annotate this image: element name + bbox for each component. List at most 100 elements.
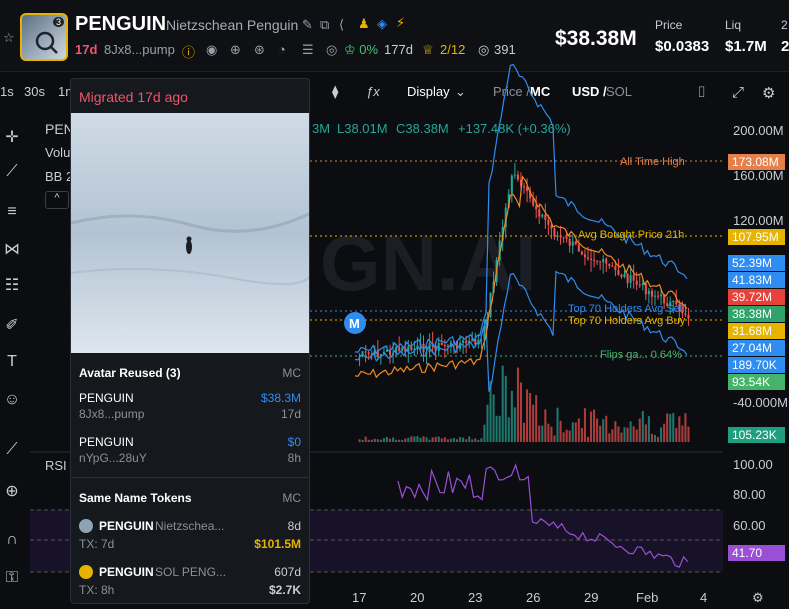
candle-body (553, 228, 556, 237)
bb-label: BB 2 (45, 169, 74, 184)
candle-body (626, 274, 629, 283)
volume-bar (419, 438, 422, 442)
volume-bar (529, 393, 532, 442)
price-badge: 41.83M (728, 272, 785, 288)
top70-sell-label: Top 70 Holders Avg Sell (568, 303, 685, 315)
volume-bar (644, 424, 647, 442)
volume-bar (519, 382, 522, 442)
settings-icon[interactable]: ⚙ (752, 590, 764, 606)
volume-bar (513, 407, 516, 442)
candle-body (580, 251, 583, 255)
candle-body (653, 295, 656, 297)
volume-bar (358, 439, 361, 442)
volume-bar (385, 436, 388, 442)
volume-bar (669, 414, 672, 442)
x-tick: 4 (700, 590, 708, 605)
volume-bar (361, 439, 364, 442)
volume-bar (663, 423, 666, 442)
candle-body (672, 301, 675, 303)
volume-bar (635, 429, 638, 442)
ohlc-close: C38.38M (396, 121, 449, 136)
volume-bar (477, 439, 480, 442)
candle-body (611, 265, 614, 267)
y-tick: 200.00M (733, 123, 784, 138)
volume-bar (565, 429, 568, 442)
candle-body (443, 344, 446, 346)
candle-body (568, 238, 571, 246)
same-symbol[interactable]: PENGUIN (99, 565, 154, 579)
ohlc-m: 3M (312, 121, 331, 136)
volume-bar (550, 426, 553, 442)
volume-bar (483, 424, 486, 442)
volume-bar (583, 408, 586, 442)
ohlc-change: +137.48K (+0.36%) (458, 121, 571, 136)
volume-bar (389, 438, 392, 442)
candle-body (364, 351, 367, 353)
candle-body (617, 269, 620, 275)
price-badge: 189.70K (728, 357, 785, 373)
volume-bar (657, 436, 660, 442)
candle-body (599, 261, 602, 263)
token-thumb (79, 565, 93, 579)
volume-bar (492, 394, 495, 442)
reused-age: 17d (280, 407, 301, 421)
volume-bar (446, 439, 449, 442)
volume-bar (443, 437, 446, 442)
volume-bar (410, 436, 413, 442)
same-name: Nietzschea... (155, 519, 225, 533)
candle-body (632, 275, 635, 281)
reused-addr: 8Jx8...pump (79, 407, 145, 421)
volume-bar (422, 436, 425, 442)
volume-bar (544, 409, 547, 442)
reused-mc: $0 (287, 435, 301, 449)
price-badge: 39.72M (728, 289, 785, 305)
volume-bar (431, 437, 434, 442)
volume-bar (437, 436, 440, 442)
candle-body (465, 340, 468, 344)
mc-header: MC (282, 366, 301, 380)
same-age: 607d (274, 565, 301, 579)
candle-body (647, 290, 650, 295)
volume-bar (486, 404, 489, 442)
candle-body (608, 263, 611, 266)
same-age: 8d (287, 519, 301, 533)
volume-bar (626, 427, 629, 442)
candle-body (629, 275, 632, 283)
same-tx: TX: 8h (79, 583, 115, 597)
volume-bar (596, 418, 599, 442)
volume-label: Volu (45, 145, 71, 160)
collapse-button[interactable]: ^ (45, 191, 69, 209)
volume-bar (501, 365, 504, 442)
candle-body (367, 352, 370, 354)
reused-age: 8h (287, 451, 301, 465)
candle-body (571, 241, 574, 246)
volume-bar (593, 409, 596, 442)
volume-bar (523, 422, 526, 442)
rsi-tick: 60.00 (733, 518, 766, 533)
candle-body (547, 219, 550, 225)
y-tick: 160.00M (733, 168, 784, 183)
reused-symbol[interactable]: PENGUIN (79, 435, 134, 449)
watermark: GN.AI (320, 219, 537, 307)
volume-bar (571, 422, 574, 442)
volume-bar (559, 420, 562, 442)
volume-bar (395, 439, 398, 442)
candle-body (401, 347, 404, 351)
volume-bar (407, 437, 410, 442)
candle-body (644, 283, 647, 295)
candle-body (565, 237, 568, 239)
ohlc-low: L38.01M (337, 121, 388, 136)
candle-body (596, 260, 599, 262)
x-tick: 26 (526, 590, 541, 605)
price-badge: 105.23K (728, 427, 785, 443)
price-badge: 93.54K (728, 374, 785, 390)
same-symbol[interactable]: PENGUIN (99, 519, 154, 533)
price-badge: 41.70 (728, 545, 785, 561)
rsi-tick: 100.00 (733, 457, 773, 472)
volume-bar (638, 418, 641, 442)
volume-bar (459, 437, 462, 442)
reused-symbol[interactable]: PENGUIN (79, 391, 134, 405)
volume-bar (495, 415, 498, 442)
candle-body (623, 274, 626, 278)
volume-bar (660, 427, 663, 442)
